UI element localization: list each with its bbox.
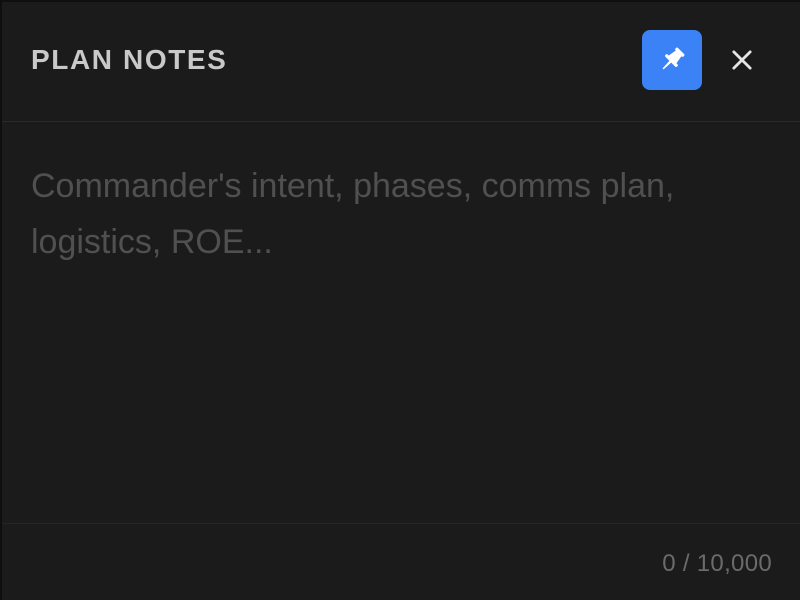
- close-icon: [732, 50, 752, 70]
- plan-notes-panel: PLAN NOTES 0 / 10,000: [2, 2, 800, 600]
- panel-footer: 0 / 10,000: [2, 523, 800, 600]
- close-button[interactable]: [720, 38, 764, 82]
- panel-title: PLAN NOTES: [31, 44, 228, 75]
- pin-icon: [662, 47, 685, 70]
- plan-notes-textarea[interactable]: [2, 123, 800, 523]
- pin-button[interactable]: [642, 30, 702, 90]
- character-count: 0 / 10,000: [662, 550, 772, 577]
- panel-header: PLAN NOTES: [2, 2, 800, 122]
